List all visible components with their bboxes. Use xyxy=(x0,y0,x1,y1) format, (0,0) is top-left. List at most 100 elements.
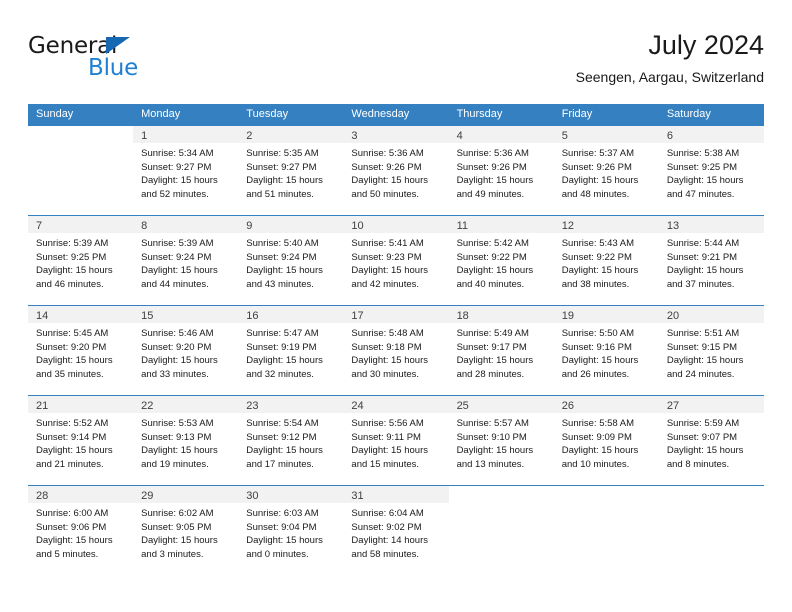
day-number: 20 xyxy=(666,310,680,322)
day-number: 4 xyxy=(456,130,463,142)
sunrise-text: Sunrise: 5:56 AM xyxy=(351,418,424,429)
daylight-text-line2: and 26 minutes. xyxy=(561,368,630,380)
day-cell[interactable]: 3 Sunrise: 5:36 AM Sunset: 9:26 PM Dayli… xyxy=(343,126,449,215)
day-cell[interactable]: 26 Sunrise: 5:58 AM Sunset: 9:09 PM Dayl… xyxy=(553,396,659,485)
daylight-text-line1: Daylight: 15 hours xyxy=(561,445,639,456)
general-blue-logo[interactable]: General Blue xyxy=(28,34,208,86)
day-cell[interactable]: 27 Sunrise: 5:59 AM Sunset: 9:07 PM Dayl… xyxy=(658,396,764,485)
calendar-page: General Blue July 2024 Seengen, Aargau, … xyxy=(0,0,792,612)
daylight-text-line1: Daylight: 15 hours xyxy=(141,535,218,546)
day-cell[interactable]: 20 Sunrise: 5:51 AM Sunset: 9:15 PM Dayl… xyxy=(658,306,764,395)
daylight-text-line2: and 40 minutes. xyxy=(456,278,525,290)
sunset-text: Sunset: 9:02 PM xyxy=(351,521,422,533)
day-cell[interactable]: 19 Sunrise: 5:50 AM Sunset: 9:16 PM Dayl… xyxy=(553,306,659,395)
logo-triangle-icon xyxy=(106,37,130,54)
day-number-band: 31 xyxy=(343,486,449,503)
day-info: Sunrise: 5:42 AM Sunset: 9:22 PM Dayligh… xyxy=(449,233,554,291)
day-number: 13 xyxy=(666,220,680,232)
day-number: 6 xyxy=(666,130,673,142)
day-cell[interactable]: 10 Sunrise: 5:41 AM Sunset: 9:23 PM Dayl… xyxy=(343,216,449,305)
day-cell[interactable]: 28 Sunrise: 6:00 AM Sunset: 9:06 PM Dayl… xyxy=(28,486,134,575)
sunset-text: Sunset: 9:18 PM xyxy=(351,341,422,353)
sunset-text: Sunset: 9:21 PM xyxy=(666,251,738,263)
daylight-text-line2: and 58 minutes. xyxy=(351,548,420,560)
sunrise-text: Sunrise: 6:02 AM xyxy=(141,508,214,519)
sunrise-text: Sunrise: 5:47 AM xyxy=(246,328,319,339)
day-cell[interactable]: 29 Sunrise: 6:02 AM Sunset: 9:05 PM Dayl… xyxy=(133,486,239,575)
day-number: 1 xyxy=(141,130,148,142)
sunset-text: Sunset: 9:07 PM xyxy=(666,431,738,443)
day-cell[interactable]: 23 Sunrise: 5:54 AM Sunset: 9:12 PM Dayl… xyxy=(238,396,344,485)
sunset-text: Sunset: 9:20 PM xyxy=(141,341,212,353)
day-cell[interactable]: 6 Sunrise: 5:38 AM Sunset: 9:25 PM Dayli… xyxy=(658,126,764,215)
day-number: 31 xyxy=(351,490,364,502)
day-cell[interactable]: 5 Sunrise: 5:37 AM Sunset: 9:26 PM Dayli… xyxy=(553,126,659,215)
day-cell[interactable]: 15 Sunrise: 5:46 AM Sunset: 9:20 PM Dayl… xyxy=(133,306,239,395)
day-cell[interactable]: 1 Sunrise: 5:34 AM Sunset: 9:27 PM Dayli… xyxy=(133,126,239,215)
sunrise-text: Sunrise: 5:36 AM xyxy=(456,148,529,159)
daylight-text-line1: Daylight: 15 hours xyxy=(666,355,744,366)
day-info: Sunrise: 5:34 AM Sunset: 9:27 PM Dayligh… xyxy=(133,143,238,201)
day-cell[interactable]: 30 Sunrise: 6:03 AM Sunset: 9:04 PM Dayl… xyxy=(238,486,344,575)
day-cell[interactable]: 17 Sunrise: 5:48 AM Sunset: 9:18 PM Dayl… xyxy=(343,306,449,395)
day-cell[interactable]: 25 Sunrise: 5:57 AM Sunset: 9:10 PM Dayl… xyxy=(448,396,554,485)
day-number-band xyxy=(28,126,134,143)
sunset-text: Sunset: 9:19 PM xyxy=(246,341,317,353)
sunset-text: Sunset: 9:24 PM xyxy=(141,251,212,263)
sunrise-text: Sunrise: 5:46 AM xyxy=(141,328,214,339)
day-cell[interactable]: 24 Sunrise: 5:56 AM Sunset: 9:11 PM Dayl… xyxy=(343,396,449,485)
daylight-text-line2: and 10 minutes. xyxy=(561,458,630,470)
day-cell[interactable]: 31 Sunrise: 6:04 AM Sunset: 9:02 PM Dayl… xyxy=(343,486,449,575)
daylight-text-line2: and 30 minutes. xyxy=(351,368,420,380)
logo-text-blue: Blue xyxy=(88,55,139,81)
daylight-text-line1: Daylight: 15 hours xyxy=(456,355,534,366)
sunset-text: Sunset: 9:14 PM xyxy=(36,431,107,443)
daylight-text-line2: and 38 minutes. xyxy=(561,278,630,290)
day-cell[interactable]: 21 Sunrise: 5:52 AM Sunset: 9:14 PM Dayl… xyxy=(28,396,134,485)
day-number-band: 24 xyxy=(343,396,449,413)
day-info: Sunrise: 5:59 AM Sunset: 9:07 PM Dayligh… xyxy=(659,413,764,471)
daylight-text-line2: and 17 minutes. xyxy=(246,458,314,470)
day-cell xyxy=(553,486,659,575)
day-cell[interactable]: 14 Sunrise: 5:45 AM Sunset: 9:20 PM Dayl… xyxy=(28,306,134,395)
sunset-text: Sunset: 9:25 PM xyxy=(36,251,107,263)
day-number-band: 11 xyxy=(448,216,554,233)
day-number: 27 xyxy=(666,400,680,412)
day-info: Sunrise: 5:51 AM Sunset: 9:15 PM Dayligh… xyxy=(659,323,764,381)
daylight-text-line2: and 47 minutes. xyxy=(666,188,735,200)
day-cell[interactable]: 12 Sunrise: 5:43 AM Sunset: 9:22 PM Dayl… xyxy=(553,216,659,305)
daylight-text-line1: Daylight: 15 hours xyxy=(351,355,428,366)
day-info xyxy=(659,503,764,507)
day-info: Sunrise: 5:50 AM Sunset: 9:16 PM Dayligh… xyxy=(554,323,659,381)
day-cell[interactable]: 7 Sunrise: 5:39 AM Sunset: 9:25 PM Dayli… xyxy=(28,216,134,305)
day-cell[interactable]: 13 Sunrise: 5:44 AM Sunset: 9:21 PM Dayl… xyxy=(658,216,764,305)
day-number: 10 xyxy=(351,220,364,232)
day-cell[interactable]: 18 Sunrise: 5:49 AM Sunset: 9:17 PM Dayl… xyxy=(448,306,554,395)
day-cell[interactable]: 9 Sunrise: 5:40 AM Sunset: 9:24 PM Dayli… xyxy=(238,216,344,305)
sunset-text: Sunset: 9:27 PM xyxy=(141,161,212,173)
weekday-header-thursday: Thursday xyxy=(456,108,503,120)
daylight-text-line1: Daylight: 15 hours xyxy=(666,175,744,186)
day-cell[interactable]: 11 Sunrise: 5:42 AM Sunset: 9:22 PM Dayl… xyxy=(448,216,554,305)
day-number: 22 xyxy=(141,400,154,412)
day-number-band: 30 xyxy=(238,486,344,503)
sunrise-text: Sunrise: 6:04 AM xyxy=(351,508,424,519)
sunrise-text: Sunrise: 5:53 AM xyxy=(141,418,214,429)
day-cell[interactable]: 8 Sunrise: 5:39 AM Sunset: 9:24 PM Dayli… xyxy=(133,216,239,305)
day-cell[interactable]: 16 Sunrise: 5:47 AM Sunset: 9:19 PM Dayl… xyxy=(238,306,344,395)
day-cell[interactable]: 4 Sunrise: 5:36 AM Sunset: 9:26 PM Dayli… xyxy=(448,126,554,215)
day-info: Sunrise: 5:49 AM Sunset: 9:17 PM Dayligh… xyxy=(449,323,554,381)
day-number-band: 8 xyxy=(133,216,239,233)
day-number-band: 10 xyxy=(343,216,449,233)
day-info: Sunrise: 6:00 AM Sunset: 9:06 PM Dayligh… xyxy=(28,503,133,561)
sunrise-text: Sunrise: 5:54 AM xyxy=(246,418,319,429)
weekday-header-saturday: Saturday xyxy=(666,108,711,120)
day-cell[interactable]: 2 Sunrise: 5:35 AM Sunset: 9:27 PM Dayli… xyxy=(238,126,344,215)
day-cell[interactable]: 22 Sunrise: 5:53 AM Sunset: 9:13 PM Dayl… xyxy=(133,396,239,485)
daylight-text-line1: Daylight: 15 hours xyxy=(351,175,428,186)
daylight-text-line2: and 51 minutes. xyxy=(246,188,314,200)
day-info: Sunrise: 5:57 AM Sunset: 9:10 PM Dayligh… xyxy=(449,413,554,471)
sunrise-text: Sunrise: 5:49 AM xyxy=(456,328,529,339)
daylight-text-line1: Daylight: 15 hours xyxy=(561,355,639,366)
sunset-text: Sunset: 9:26 PM xyxy=(456,161,527,173)
